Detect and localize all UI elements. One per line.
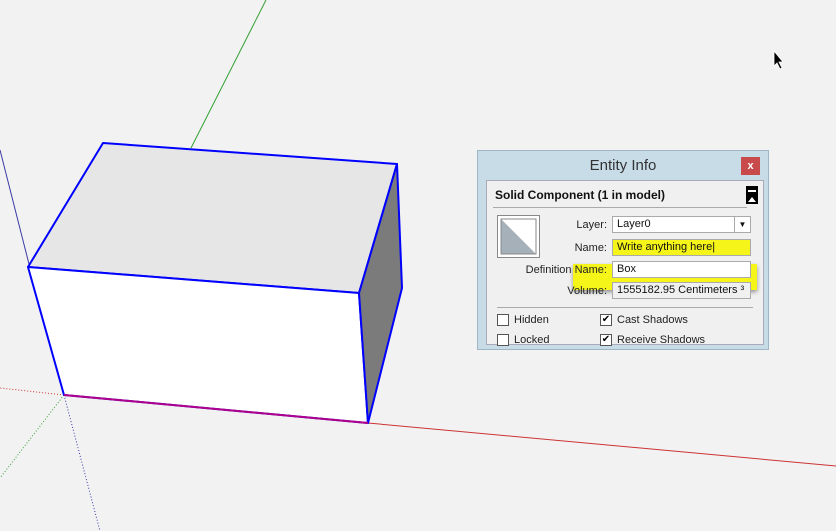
box-front-face bbox=[27, 266, 369, 424]
green-axis bbox=[190, 0, 267, 149]
volume-label: Volume: bbox=[567, 285, 607, 297]
chevron-down-icon[interactable]: ▼ bbox=[734, 217, 750, 232]
green-axis-negative bbox=[0, 394, 65, 479]
entity-type-header: Solid Component (1 in model) bbox=[495, 188, 665, 202]
volume-value: 1555182.95 Centimeters ³ bbox=[612, 282, 751, 299]
dialog-title: Entity Info bbox=[589, 157, 657, 174]
hidden-label: Hidden bbox=[514, 314, 549, 326]
layer-value: Layer0 bbox=[617, 218, 651, 230]
close-button[interactable]: x bbox=[741, 157, 760, 175]
definition-name-label: Definition Name: bbox=[525, 264, 607, 276]
name-label: Name: bbox=[574, 242, 607, 254]
locked-label: Locked bbox=[514, 334, 550, 346]
mouse-cursor-icon bbox=[773, 49, 784, 70]
blue-axis bbox=[0, 149, 31, 269]
entity-info-dialog: Entity Info x Solid Component (1 in mode… bbox=[477, 150, 769, 350]
cast-shadows-label: Cast Shadows bbox=[617, 314, 688, 326]
cast-shadows-checkbox[interactable]: ✔ bbox=[600, 314, 612, 326]
blue-axis-negative bbox=[63, 394, 101, 531]
divider bbox=[497, 307, 753, 308]
name-input[interactable]: Write anything here| bbox=[612, 239, 751, 256]
red-axis-negative bbox=[0, 387, 65, 396]
divider bbox=[493, 207, 747, 208]
box-component[interactable] bbox=[27, 142, 403, 424]
receive-shadows-label: Receive Shadows bbox=[617, 334, 706, 346]
red-axis bbox=[367, 422, 836, 467]
hidden-checkbox[interactable] bbox=[497, 314, 509, 326]
locked-checkbox[interactable] bbox=[497, 334, 509, 346]
definition-name-input[interactable]: Box bbox=[612, 261, 751, 278]
receive-shadows-checkbox[interactable]: ✔ bbox=[600, 334, 612, 346]
name-value: Write anything here bbox=[617, 241, 713, 253]
collapse-icon[interactable] bbox=[746, 186, 758, 204]
layer-label: Layer: bbox=[576, 219, 607, 231]
layer-select[interactable]: Layer0 ▼ bbox=[612, 216, 751, 233]
entity-panel: Solid Component (1 in model) Layer: Laye… bbox=[486, 180, 764, 346]
